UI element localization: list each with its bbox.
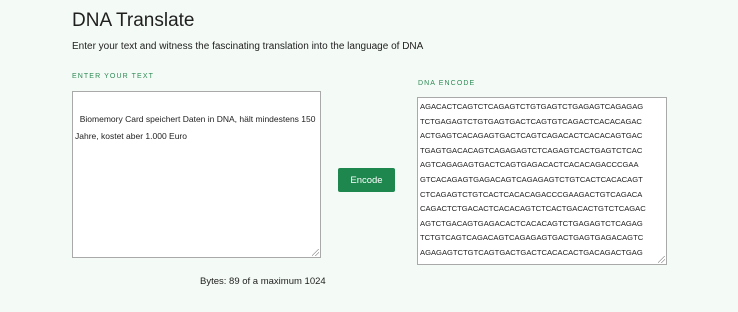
dna-output[interactable]: AGACACTCAGTCTCAGAGTCTGTGAGTCTGAGAGTCAGAG… — [417, 97, 667, 265]
page-title: DNA Translate — [72, 10, 195, 31]
output-line: CTCAGAGTCTGTCACTCACACAGACCCGAAGACTGTCAGA… — [420, 189, 643, 199]
bytes-counter: Bytes: 89 of a maximum 1024 — [200, 276, 326, 287]
output-line: TGAGTGACACAGTCAGAGAGTCTCAGAGTCACTGAGTCTC… — [420, 145, 643, 155]
encode-button[interactable]: Encode — [338, 168, 395, 192]
output-line: AGTCTGACAGTGAGACACTCACACAGTCTGAGAGTCTCAG… — [420, 218, 643, 228]
output-line: GTCACAGAGTGAGACAGTCAGAGAGTCTGTCACTCACACA… — [420, 174, 643, 184]
output-line: CAGACTCTGACACTCACACAGTCTCACTGACACTGTCTCA… — [420, 204, 646, 214]
output-line: AGACACTCAGTCTCAGAGTCTGTGAGTCTGAGAGTCAGAG… — [420, 102, 644, 111]
text-input-value[interactable]: Biomemory Card speichert Daten in DNA, h… — [75, 114, 318, 141]
output-label: DNA ENCODE — [418, 80, 476, 87]
resize-handle-icon[interactable] — [658, 256, 665, 263]
output-line: ACTGAGTCACAGAGTGACTCAGTCAGACACTCACACAGTG… — [420, 131, 643, 141]
output-line: TCTGTCAGTCAGACAGTCAGAGAGTGACTGAGTGAGACAG… — [420, 233, 644, 243]
input-label: ENTER YOUR TEXT — [72, 73, 154, 80]
text-input[interactable]: Biomemory Card speichert Daten in DNA, h… — [72, 91, 321, 258]
page-subtitle: Enter your text and witness the fascinat… — [72, 41, 424, 52]
output-line: TCTGAGAGTCTGTGAGTGACTCAGTGTCAGACTCACACAG… — [420, 116, 642, 126]
output-line: AGAGAGTCTGTCAGTGACTGACTCACACACTGACAGACTG… — [420, 247, 643, 257]
output-line: AGTCAGAGAGTGACTCAGTGAGACACTCACACAGACCCGA… — [420, 160, 639, 170]
resize-handle-icon[interactable] — [312, 249, 319, 256]
